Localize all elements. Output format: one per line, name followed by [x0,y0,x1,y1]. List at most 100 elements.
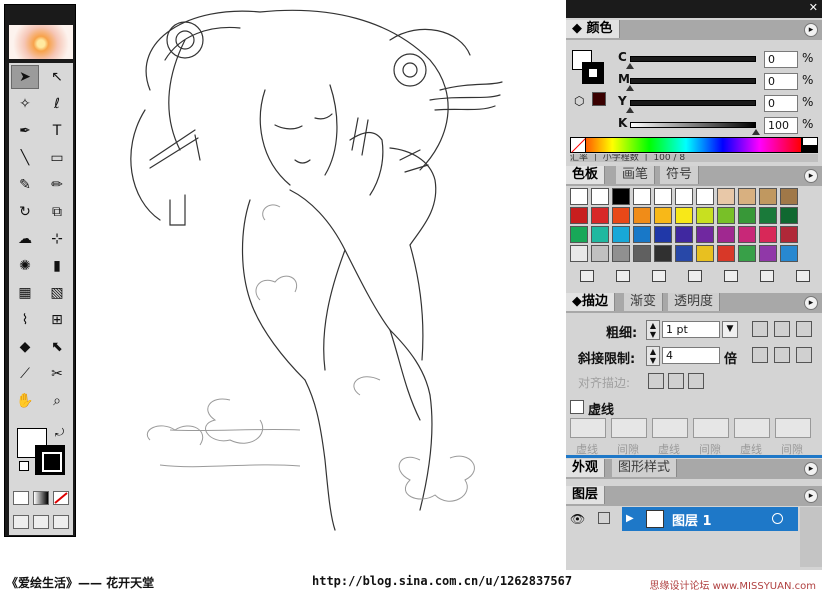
swatch[interactable] [633,188,651,205]
channel-thumb-m[interactable] [626,85,634,91]
dash-input[interactable] [652,418,688,438]
swatch[interactable] [633,207,651,224]
app-logo[interactable] [9,25,73,59]
tab-swatches[interactable]: 色板 [566,166,606,184]
close-icon[interactable]: ✕ [809,1,818,14]
swatch[interactable] [654,188,672,205]
new-swatch-icon[interactable] [760,270,774,282]
show-gradient-swatches-icon[interactable] [652,270,666,282]
dash-input[interactable] [734,418,770,438]
color-panel-menu-button[interactable]: ▸ [804,23,818,37]
align-stroke-inside-icon[interactable] [668,373,684,389]
swatch[interactable] [591,226,609,243]
swatch[interactable] [675,188,693,205]
gradient-tool[interactable]: ▧ [43,281,71,305]
lasso-tool[interactable]: ℓ [43,92,71,116]
swatch[interactable] [780,207,798,224]
zoom-tool[interactable]: ⌕ [43,389,71,413]
swatch[interactable] [717,188,735,205]
join-miter-icon[interactable] [752,347,768,363]
swatch[interactable] [759,245,777,262]
swatch[interactable] [633,245,651,262]
expand-triangle-icon[interactable]: ▶ [626,513,634,524]
swap-fill-stroke-icon[interactable]: ⤾ [55,426,64,440]
swatch[interactable] [717,245,735,262]
stroke-swatch[interactable] [35,445,65,475]
swatch[interactable] [759,207,777,224]
swatches-panel-menu-button[interactable]: ▸ [804,169,818,183]
swatch[interactable] [675,207,693,224]
slice-tool[interactable]: ⟋ [11,362,39,386]
swatch[interactable] [738,207,756,224]
swatch[interactable] [570,207,588,224]
mesh-tool[interactable]: ▦ [11,281,39,305]
scissors-tool[interactable]: ✂ [43,362,71,386]
direct-selection-tool[interactable]: ↖ [43,65,71,89]
tab-layers[interactable]: 图层 [566,486,606,504]
swatch[interactable] [612,226,630,243]
join-round-icon[interactable] [774,347,790,363]
hand-tool[interactable]: ✋ [11,389,39,413]
rotate-tool[interactable]: ↻ [11,200,39,224]
layers-panel-menu-button[interactable]: ▸ [804,489,818,503]
gradient-mode-button[interactable] [33,491,49,505]
show-all-swatches-icon[interactable] [580,270,594,282]
weight-dropdown-button[interactable]: ▼ [722,321,738,338]
swatch[interactable] [591,245,609,262]
out-of-gamut-icon[interactable]: ⬡ [574,94,584,108]
dash-input[interactable] [570,418,606,438]
lock-icon[interactable] [598,512,610,524]
swatch[interactable] [612,188,630,205]
cap-square-icon[interactable] [796,321,812,337]
swatch[interactable] [654,245,672,262]
channel-thumb-y[interactable] [626,107,634,113]
cap-butt-icon[interactable] [752,321,768,337]
swatch[interactable] [675,245,693,262]
swatch[interactable] [633,226,651,243]
swatch[interactable] [570,245,588,262]
swatch[interactable] [717,207,735,224]
caption-url[interactable]: http://blog.sina.com.cn/u/1262837567 [312,574,572,588]
swatch[interactable] [738,245,756,262]
channel-slider-k[interactable] [630,122,756,128]
swatch[interactable] [696,188,714,205]
color-stroke-swatch[interactable] [582,62,604,84]
tab-appearance[interactable]: 外观 [566,459,606,477]
tab-brushes[interactable]: 画笔 [616,166,656,184]
layers-scrollbar[interactable] [800,507,822,567]
free-transform-tool[interactable]: ⊹ [43,227,71,251]
weight-stepper[interactable]: ▲ ▼ [646,320,660,340]
warp-tool[interactable]: ☁ [11,227,39,251]
swatch[interactable] [738,188,756,205]
align-stroke-outside-icon[interactable] [688,373,704,389]
swatch[interactable] [654,207,672,224]
pencil-tool[interactable]: ✏ [43,173,71,197]
swatch[interactable] [759,226,777,243]
visibility-eye-icon[interactable]: 👁 [570,512,585,526]
dashed-line-checkbox[interactable] [570,400,584,414]
color-spectrum[interactable] [570,137,802,153]
gap-input[interactable] [611,418,647,438]
tab-stroke[interactable]: ◆描边 [566,293,616,311]
swatch[interactable] [780,226,798,243]
blend-tool[interactable]: ⊞ [43,308,71,332]
tab-gradient[interactable]: 渐变 [624,293,664,311]
swatch[interactable] [612,245,630,262]
black-white-swatch[interactable] [802,137,818,153]
swatch[interactable] [675,226,693,243]
pen-tool[interactable]: ✒ [11,119,39,143]
gap-input[interactable] [775,418,811,438]
live-paint-selection-tool[interactable]: ⬉ [43,335,71,359]
join-bevel-icon[interactable] [796,347,812,363]
column-graph-tool[interactable]: ▮ [43,254,71,278]
symbol-sprayer-tool[interactable]: ✺ [11,254,39,278]
show-color-swatches-icon[interactable] [616,270,630,282]
screen-mode-standard-button[interactable] [13,515,29,529]
channel-input-y[interactable]: 0 [764,95,798,112]
swatch[interactable] [570,226,588,243]
channel-input-m[interactable]: 0 [764,73,798,90]
magic-wand-tool[interactable]: ✧ [11,92,39,116]
selection-tool[interactable]: ➤ [11,65,39,89]
swatch[interactable] [591,188,609,205]
none-color-swatch[interactable] [570,137,586,153]
